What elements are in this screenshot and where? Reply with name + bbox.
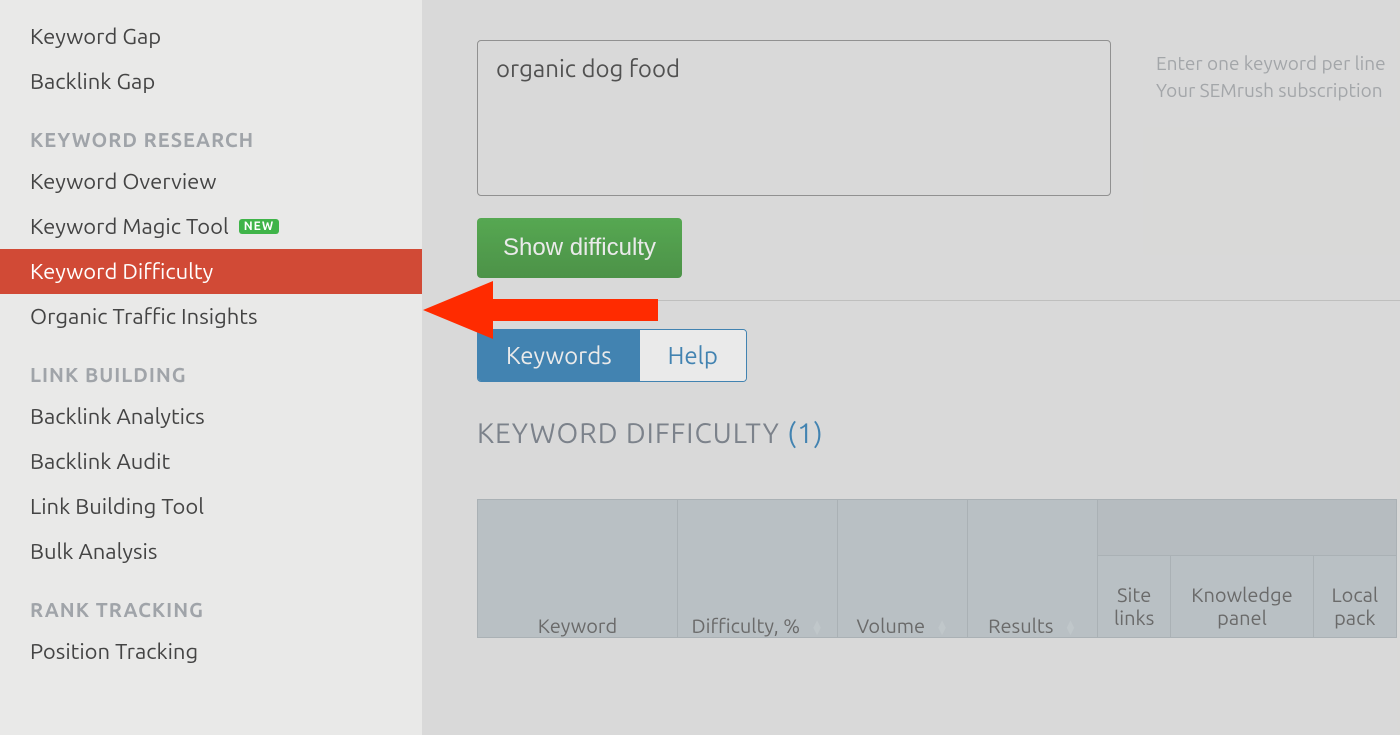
col-knowledge-panel[interactable]: Knowledge panel <box>1171 556 1313 638</box>
sidebar-item-backlink-gap[interactable]: Backlink Gap <box>0 59 422 104</box>
main-content: Enter one keyword per line Your SEMrush … <box>422 0 1400 735</box>
sort-icon: ▲▼ <box>1064 621 1077 635</box>
sidebar-item-backlink-audit[interactable]: Backlink Audit <box>0 439 422 484</box>
section-heading-keyword-research: KEYWORD RESEARCH <box>0 104 422 159</box>
sort-icon: ▲▼ <box>811 621 824 635</box>
results-table: Keyword Difficulty, % ▲▼ Volume ▲▼ <box>477 499 1397 638</box>
sidebar-item-label: Keyword Magic Tool <box>30 214 229 239</box>
page-title-count: (1) <box>787 418 823 449</box>
sidebar-item-keyword-difficulty[interactable]: Keyword Difficulty <box>0 249 422 294</box>
sidebar-item-organic-traffic-insights[interactable]: Organic Traffic Insights <box>0 294 422 339</box>
page-title-text: KEYWORD DIFFICULTY <box>477 418 780 449</box>
col-keyword[interactable]: Keyword <box>478 500 678 638</box>
col-label: Volume <box>856 614 925 637</box>
col-local-pack[interactable]: Local pack <box>1313 556 1396 638</box>
help-text-line: Enter one keyword per line <box>1156 52 1386 74</box>
sidebar-item-keyword-overview[interactable]: Keyword Overview <box>0 159 422 204</box>
sidebar-item-label: Backlink Analytics <box>30 404 205 429</box>
app-root: Keyword Gap Backlink Gap KEYWORD RESEARC… <box>0 0 1400 735</box>
sidebar-item-label: Position Tracking <box>30 639 198 664</box>
sort-icon: ▲▼ <box>936 621 949 635</box>
col-serp-features <box>1098 500 1397 556</box>
help-text: Enter one keyword per line Your SEMrush … <box>1156 50 1386 103</box>
page-title: KEYWORD DIFFICULTY (1) <box>477 418 1400 449</box>
sidebar-item-label: Backlink Gap <box>30 69 155 94</box>
col-label: Keyword <box>538 614 617 637</box>
col-label: Knowledge panel <box>1191 583 1292 629</box>
col-volume[interactable]: Volume ▲▼ <box>838 500 968 638</box>
col-results[interactable]: Results ▲▼ <box>968 500 1098 638</box>
sidebar-item-keyword-magic-tool[interactable]: Keyword Magic Tool NEW <box>0 204 422 249</box>
sidebar-item-label: Keyword Difficulty <box>30 259 213 284</box>
section-heading-link-building: LINK BUILDING <box>0 339 422 394</box>
col-label: Difficulty, % <box>691 614 800 637</box>
sidebar-item-label: Link Building Tool <box>30 494 204 519</box>
col-difficulty[interactable]: Difficulty, % ▲▼ <box>678 500 838 638</box>
tabs: Keywords Help <box>477 329 747 382</box>
tab-help[interactable]: Help <box>640 330 746 381</box>
col-label: Site links <box>1114 583 1154 629</box>
sidebar-item-position-tracking[interactable]: Position Tracking <box>0 629 422 674</box>
sidebar-item-backlink-analytics[interactable]: Backlink Analytics <box>0 394 422 439</box>
tab-keywords[interactable]: Keywords <box>478 330 640 381</box>
show-difficulty-button[interactable]: Show difficulty <box>477 218 682 278</box>
sidebar-item-label: Backlink Audit <box>30 449 170 474</box>
sidebar: Keyword Gap Backlink Gap KEYWORD RESEARC… <box>0 0 422 735</box>
sidebar-item-label: Bulk Analysis <box>30 539 157 564</box>
sidebar-item-label: Organic Traffic Insights <box>30 304 258 329</box>
sidebar-item-link-building-tool[interactable]: Link Building Tool <box>0 484 422 529</box>
col-label: Local pack <box>1331 583 1378 629</box>
sidebar-item-label: Keyword Gap <box>30 24 161 49</box>
sidebar-item-bulk-analysis[interactable]: Bulk Analysis <box>0 529 422 574</box>
new-badge: NEW <box>239 219 279 234</box>
sidebar-item-keyword-gap[interactable]: Keyword Gap <box>0 14 422 59</box>
col-label: Results <box>988 614 1053 637</box>
keyword-input[interactable] <box>477 40 1111 196</box>
help-text-line: Your SEMrush subscription <box>1156 79 1383 101</box>
col-site-links[interactable]: Site links <box>1098 556 1171 638</box>
main-inner: Enter one keyword per line Your SEMrush … <box>422 0 1400 638</box>
section-heading-rank-tracking: RANK TRACKING <box>0 574 422 629</box>
sidebar-item-label: Keyword Overview <box>30 169 216 194</box>
divider <box>477 300 1400 301</box>
